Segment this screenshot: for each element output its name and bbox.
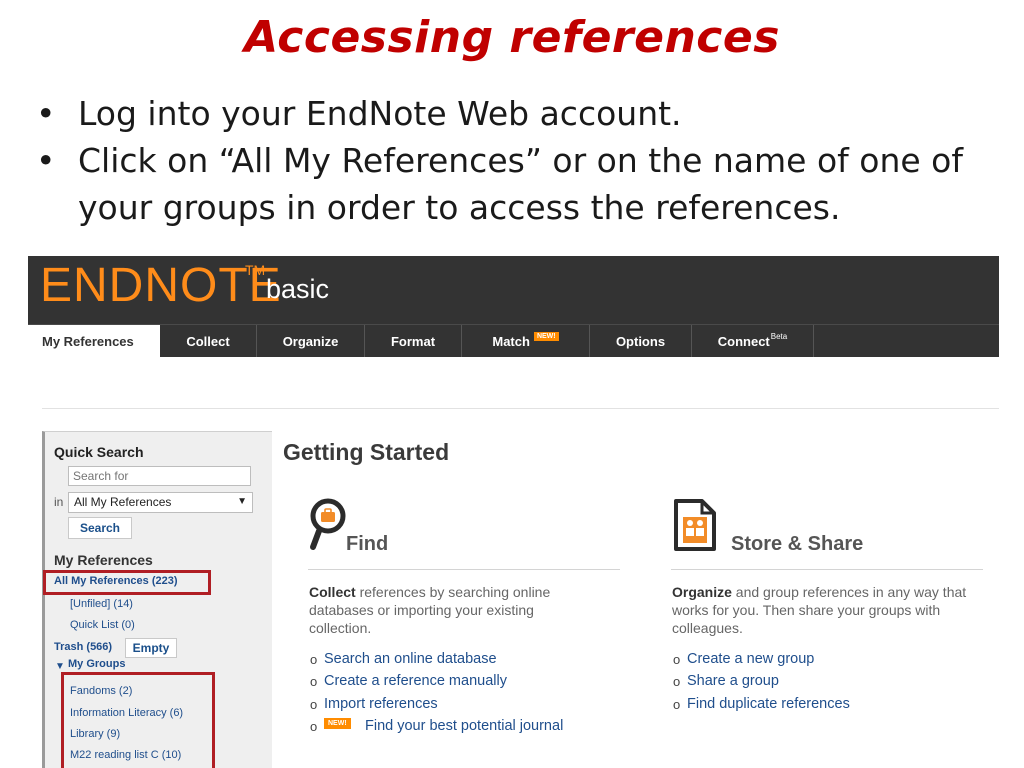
tab-label: Connect — [717, 333, 770, 349]
scope-select[interactable]: All My References ▼ — [68, 492, 253, 513]
highlight-box-all-references — [43, 570, 211, 595]
find-title: Find — [346, 533, 389, 555]
collapse-triangle-icon[interactable]: ▼ — [55, 661, 65, 672]
tab-connect[interactable]: Connect Beta — [692, 325, 814, 357]
find-divider — [308, 569, 620, 570]
endnote-screenshot: ENDNOTE TM basic My References Collect O… — [28, 256, 999, 768]
list-bullet: o — [310, 652, 318, 667]
page-title: Getting Started — [283, 439, 450, 465]
empty-trash-button[interactable]: Empty — [125, 638, 177, 658]
my-groups-header[interactable]: My Groups — [68, 658, 125, 670]
slide-title: Accessing references — [244, 12, 780, 63]
trash-link[interactable]: Trash (566) — [54, 641, 112, 653]
scope-selected-value: All My References — [74, 495, 172, 509]
magnifier-icon — [310, 498, 346, 550]
new-badge: NEW! — [533, 331, 559, 341]
list-bullet: o — [673, 674, 681, 689]
chevron-down-icon: ▼ — [237, 496, 247, 507]
tab-format[interactable]: Format — [365, 325, 462, 357]
find-description: Collect references by searching online d… — [309, 583, 599, 637]
logo-trademark: TM — [245, 262, 266, 278]
tab-my-references[interactable]: My References — [28, 325, 160, 357]
bullet-item: • Log into your EndNote Web account. — [36, 90, 996, 137]
list-bullet: o — [310, 674, 318, 689]
bullet-dot: • — [36, 141, 56, 180]
find-desc-bold: Collect — [309, 584, 356, 600]
in-label: in — [54, 495, 64, 509]
tab-label: My References — [42, 333, 134, 349]
create-reference-manually-link[interactable]: Create a reference manually — [324, 673, 507, 689]
app-banner: ENDNOTE TM basic — [28, 256, 999, 324]
bullet-list: • Log into your EndNote Web account. • Cli… — [36, 90, 996, 231]
share-group-link[interactable]: Share a group — [687, 673, 779, 689]
quick-list-link[interactable]: Quick List (0) — [70, 619, 135, 631]
tab-organize[interactable]: Organize — [257, 325, 365, 357]
tab-collect[interactable]: Collect — [160, 325, 257, 357]
create-new-group-link[interactable]: Create a new group — [687, 651, 814, 667]
tab-label: Format — [390, 333, 436, 349]
store-desc-bold: Organize — [672, 584, 732, 600]
tab-label: Match — [492, 333, 530, 349]
document-icon — [674, 499, 716, 551]
tab-label: Organize — [282, 333, 339, 349]
store-share-title: Store & Share — [731, 533, 864, 555]
bullet-item: • Click on “All My References” or on the … — [36, 137, 996, 231]
bullet-dot: • — [36, 94, 56, 133]
logo-subtitle: basic — [266, 274, 330, 304]
import-references-link[interactable]: Import references — [324, 696, 438, 712]
unfiled-link[interactable]: [Unfiled] (14) — [70, 598, 133, 610]
list-bullet: o — [673, 697, 681, 712]
search-online-database-link[interactable]: Search an online database — [324, 651, 497, 667]
tab-label: Collect — [186, 333, 230, 349]
beta-superscript: Beta — [770, 331, 788, 341]
highlight-box-groups — [61, 672, 215, 768]
find-duplicate-references-link[interactable]: Find duplicate references — [687, 696, 850, 712]
bullet-text: Log into your EndNote Web account. — [78, 94, 682, 133]
search-button[interactable]: Search — [68, 517, 132, 539]
list-bullet: o — [310, 719, 318, 734]
tab-match[interactable]: Match NEW! — [462, 325, 590, 357]
bullet-text: Click on “All My References” or on the n… — [78, 141, 963, 227]
store-description: Organize and group references in any way… — [672, 583, 982, 637]
list-bullet: o — [310, 697, 318, 712]
page-content: Quick Search in All My References ▼ Sear… — [42, 408, 999, 768]
quick-search-title: Quick Search — [54, 444, 144, 460]
my-references-title: My References — [54, 552, 153, 568]
tab-label: Options — [615, 333, 666, 349]
tab-options[interactable]: Options — [590, 325, 692, 357]
main-nav-tabs: My References Collect Organize Format Ma… — [28, 324, 999, 357]
search-input[interactable] — [68, 466, 251, 486]
store-divider — [671, 569, 983, 570]
new-badge: NEW! — [324, 718, 351, 729]
sidebar: Quick Search in All My References ▼ Sear… — [42, 431, 272, 768]
find-potential-journal-link[interactable]: Find your best potential journal — [365, 718, 563, 734]
list-bullet: o — [673, 652, 681, 667]
